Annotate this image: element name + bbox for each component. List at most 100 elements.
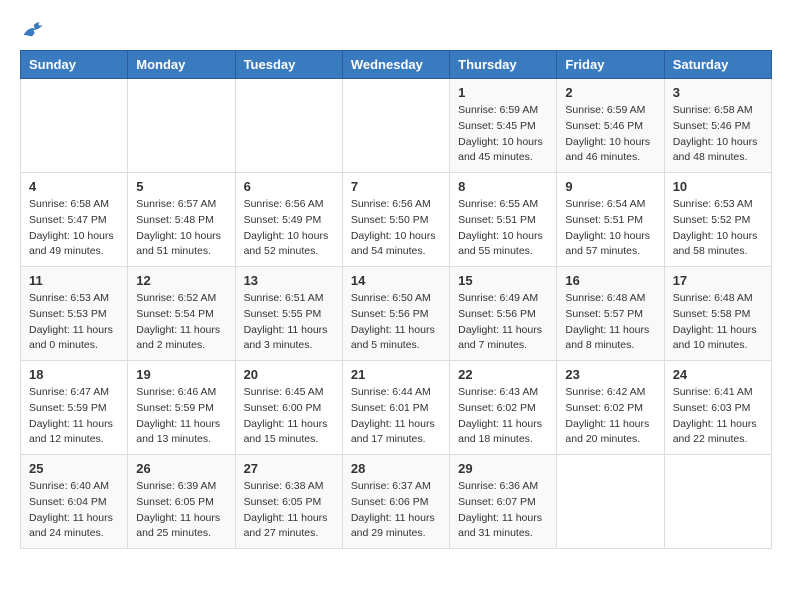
day-info: Sunrise: 6:51 AMSunset: 5:55 PMDaylight:… (244, 291, 334, 354)
day-number: 3 (673, 85, 763, 100)
week-row-4: 18 Sunrise: 6:47 AMSunset: 5:59 PMDayligh… (21, 361, 772, 455)
calendar-cell: 21 Sunrise: 6:44 AMSunset: 6:01 PMDayligh… (342, 361, 449, 455)
calendar-cell: 14Sunrise: 6:50 AMSunset: 5:56 PMDayligh… (342, 267, 449, 361)
calendar-cell (342, 79, 449, 173)
calendar-cell: 4 Sunrise: 6:58 AMSunset: 5:47 PMDaylight… (21, 173, 128, 267)
calendar-cell: 24 Sunrise: 6:41 AMSunset: 6:03 PMDayligh… (664, 361, 771, 455)
day-info: Sunrise: 6:46 AMSunset: 5:59 PMDaylight:… (136, 385, 226, 448)
calendar-cell (128, 79, 235, 173)
calendar-cell: 17 Sunrise: 6:48 AMSunset: 5:58 PMDayligh… (664, 267, 771, 361)
weekday-header-monday: Monday (128, 51, 235, 79)
day-info: Sunrise: 6:54 AMSunset: 5:51 PMDaylight:… (565, 197, 655, 260)
day-number: 24 (673, 367, 763, 382)
calendar-cell: 9 Sunrise: 6:54 AMSunset: 5:51 PMDaylight… (557, 173, 664, 267)
calendar-cell (557, 455, 664, 549)
calendar-cell: 23 Sunrise: 6:42 AMSunset: 6:02 PMDayligh… (557, 361, 664, 455)
calendar-cell: 10 Sunrise: 6:53 AMSunset: 5:52 PMDayligh… (664, 173, 771, 267)
day-number: 11 (29, 273, 119, 288)
calendar-cell (235, 79, 342, 173)
day-info: Sunrise: 6:56 AMSunset: 5:50 PMDaylight:… (351, 197, 441, 260)
calendar-cell: 26 Sunrise: 6:39 AMSunset: 6:05 PMDayligh… (128, 455, 235, 549)
day-number: 21 (351, 367, 441, 382)
day-info: Sunrise: 6:42 AMSunset: 6:02 PMDaylight:… (565, 385, 655, 448)
day-info: Sunrise: 6:40 AMSunset: 6:04 PMDaylight:… (29, 479, 119, 542)
day-number: 4 (29, 179, 119, 194)
day-info: Sunrise: 6:59 AMSunset: 5:46 PMDaylight:… (565, 103, 655, 166)
logo (20, 20, 48, 40)
calendar-cell: 20Sunrise: 6:45 AMSunset: 6:00 PMDayligh… (235, 361, 342, 455)
calendar-cell: 7 Sunrise: 6:56 AMSunset: 5:50 PMDaylight… (342, 173, 449, 267)
day-info: Sunrise: 6:38 AMSunset: 6:05 PMDaylight:… (244, 479, 334, 542)
day-number: 28 (351, 461, 441, 476)
day-info: Sunrise: 6:48 AMSunset: 5:57 PMDaylight:… (565, 291, 655, 354)
day-info: Sunrise: 6:37 AMSunset: 6:06 PMDaylight:… (351, 479, 441, 542)
calendar-cell: 28 Sunrise: 6:37 AMSunset: 6:06 PMDayligh… (342, 455, 449, 549)
day-info: Sunrise: 6:36 AMSunset: 6:07 PMDaylight:… (458, 479, 548, 542)
day-number: 17 (673, 273, 763, 288)
day-number: 9 (565, 179, 655, 194)
day-info: Sunrise: 6:49 AMSunset: 5:56 PMDaylight:… (458, 291, 548, 354)
day-info: Sunrise: 6:41 AMSunset: 6:03 PMDaylight:… (673, 385, 763, 448)
day-number: 20 (244, 367, 334, 382)
calendar-cell: 16 Sunrise: 6:48 AMSunset: 5:57 PMDayligh… (557, 267, 664, 361)
calendar-cell: 19 Sunrise: 6:46 AMSunset: 5:59 PMDayligh… (128, 361, 235, 455)
day-number: 16 (565, 273, 655, 288)
day-number: 15 (458, 273, 548, 288)
day-number: 26 (136, 461, 226, 476)
day-info: Sunrise: 6:57 AMSunset: 5:48 PMDaylight:… (136, 197, 226, 260)
day-info: Sunrise: 6:39 AMSunset: 6:05 PMDaylight:… (136, 479, 226, 542)
calendar-cell: 8 Sunrise: 6:55 AMSunset: 5:51 PMDaylight… (450, 173, 557, 267)
calendar-cell: 15 Sunrise: 6:49 AMSunset: 5:56 PMDayligh… (450, 267, 557, 361)
day-number: 19 (136, 367, 226, 382)
weekday-header-wednesday: Wednesday (342, 51, 449, 79)
day-info: Sunrise: 6:58 AMSunset: 5:47 PMDaylight:… (29, 197, 119, 260)
day-info: Sunrise: 6:44 AMSunset: 6:01 PMDaylight:… (351, 385, 441, 448)
week-row-5: 25 Sunrise: 6:40 AMSunset: 6:04 PMDayligh… (21, 455, 772, 549)
calendar-cell: 25 Sunrise: 6:40 AMSunset: 6:04 PMDayligh… (21, 455, 128, 549)
day-info: Sunrise: 6:58 AMSunset: 5:46 PMDaylight:… (673, 103, 763, 166)
day-number: 8 (458, 179, 548, 194)
day-number: 23 (565, 367, 655, 382)
day-number: 2 (565, 85, 655, 100)
day-info: Sunrise: 6:48 AMSunset: 5:58 PMDaylight:… (673, 291, 763, 354)
day-info: Sunrise: 6:43 AMSunset: 6:02 PMDaylight:… (458, 385, 548, 448)
calendar-cell (664, 455, 771, 549)
day-number: 22 (458, 367, 548, 382)
calendar-cell: 22 Sunrise: 6:43 AMSunset: 6:02 PMDayligh… (450, 361, 557, 455)
day-number: 1 (458, 85, 548, 100)
day-number: 10 (673, 179, 763, 194)
calendar-cell: 11 Sunrise: 6:53 AMSunset: 5:53 PMDayligh… (21, 267, 128, 361)
day-info: Sunrise: 6:55 AMSunset: 5:51 PMDaylight:… (458, 197, 548, 260)
day-info: Sunrise: 6:52 AMSunset: 5:54 PMDaylight:… (136, 291, 226, 354)
day-info: Sunrise: 6:56 AMSunset: 5:49 PMDaylight:… (244, 197, 334, 260)
day-info: Sunrise: 6:53 AMSunset: 5:53 PMDaylight:… (29, 291, 119, 354)
day-number: 7 (351, 179, 441, 194)
calendar-cell: 5 Sunrise: 6:57 AMSunset: 5:48 PMDaylight… (128, 173, 235, 267)
weekday-header-friday: Friday (557, 51, 664, 79)
day-number: 6 (244, 179, 334, 194)
day-number: 18 (29, 367, 119, 382)
calendar-cell: 3 Sunrise: 6:58 AMSunset: 5:46 PMDaylight… (664, 79, 771, 173)
day-info: Sunrise: 6:47 AMSunset: 5:59 PMDaylight:… (29, 385, 119, 448)
day-info: Sunrise: 6:53 AMSunset: 5:52 PMDaylight:… (673, 197, 763, 260)
calendar-cell: 2 Sunrise: 6:59 AMSunset: 5:46 PMDaylight… (557, 79, 664, 173)
calendar-cell: 12 Sunrise: 6:52 AMSunset: 5:54 PMDayligh… (128, 267, 235, 361)
calendar-table: SundayMondayTuesdayWednesdayThursdayFrid… (20, 50, 772, 549)
weekday-header-sunday: Sunday (21, 51, 128, 79)
day-number: 25 (29, 461, 119, 476)
calendar-cell: 1Sunrise: 6:59 AMSunset: 5:45 PMDaylight… (450, 79, 557, 173)
day-number: 27 (244, 461, 334, 476)
calendar-cell (21, 79, 128, 173)
day-number: 29 (458, 461, 548, 476)
weekday-header-thursday: Thursday (450, 51, 557, 79)
weekday-header-tuesday: Tuesday (235, 51, 342, 79)
logo-bird-icon (22, 20, 46, 40)
calendar-cell: 13Sunrise: 6:51 AMSunset: 5:55 PMDayligh… (235, 267, 342, 361)
page-header (20, 20, 772, 40)
calendar-cell: 27 Sunrise: 6:38 AMSunset: 6:05 PMDayligh… (235, 455, 342, 549)
calendar-cell: 29 Sunrise: 6:36 AMSunset: 6:07 PMDayligh… (450, 455, 557, 549)
day-number: 12 (136, 273, 226, 288)
week-row-2: 4 Sunrise: 6:58 AMSunset: 5:47 PMDaylight… (21, 173, 772, 267)
week-row-3: 11 Sunrise: 6:53 AMSunset: 5:53 PMDayligh… (21, 267, 772, 361)
day-number: 5 (136, 179, 226, 194)
